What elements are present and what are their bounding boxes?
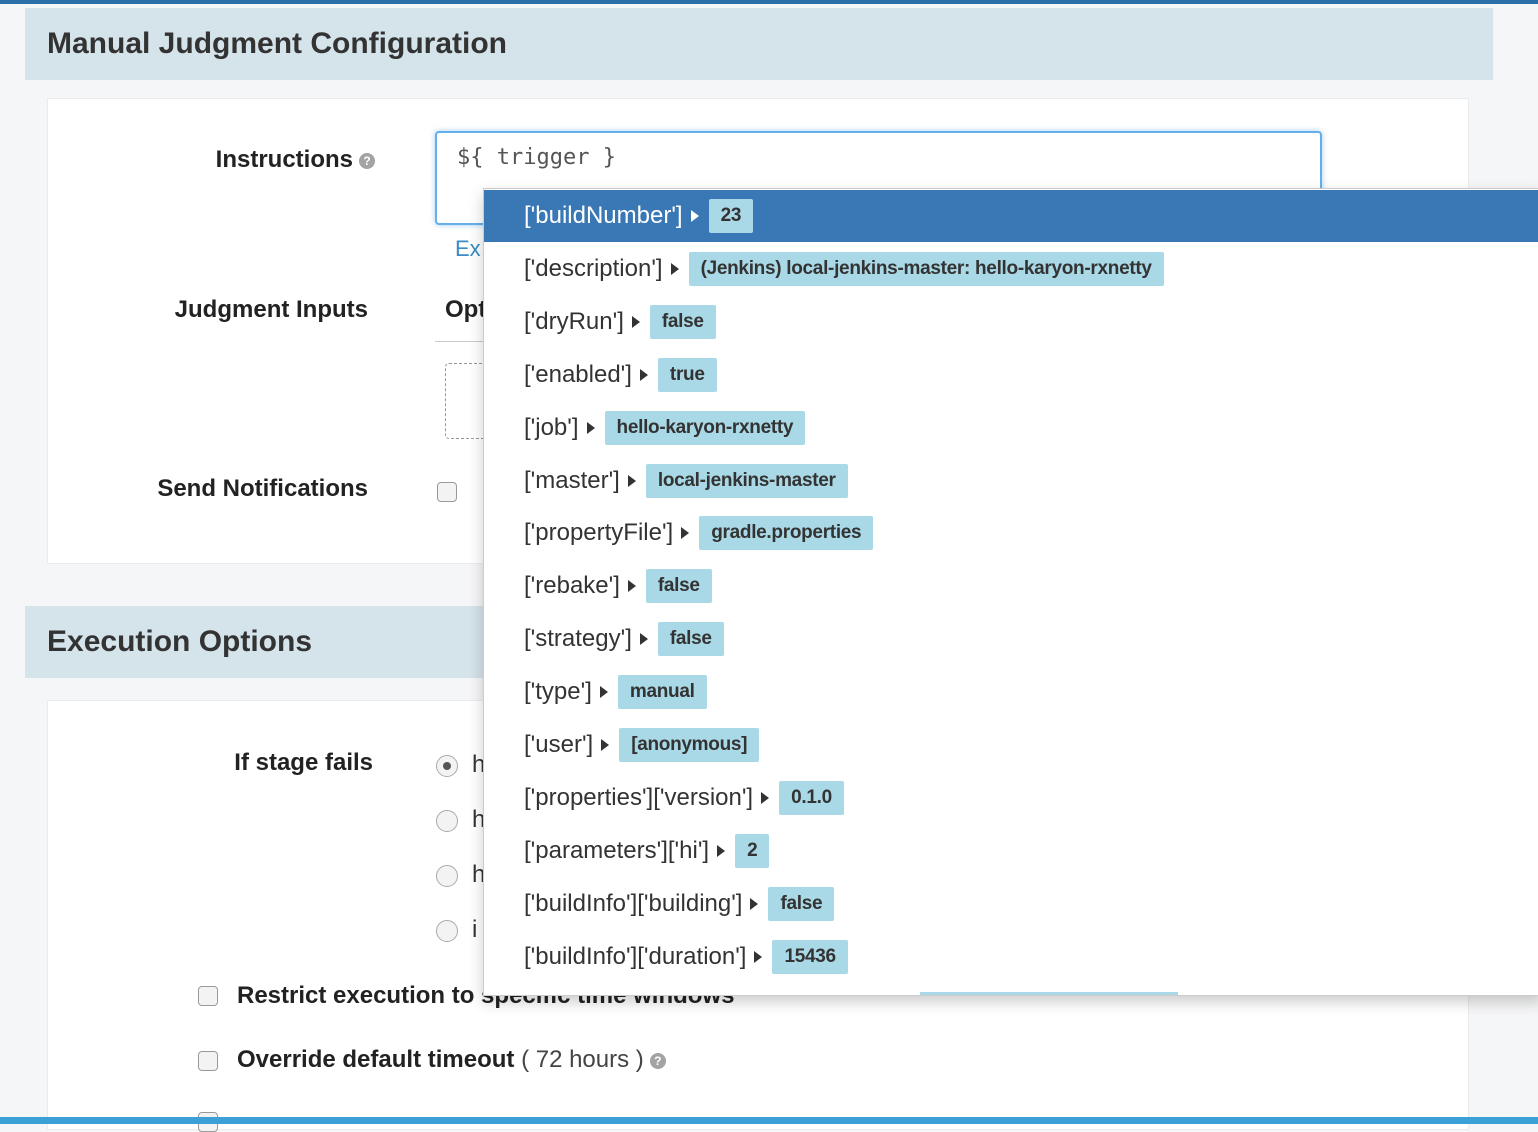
caret-right-icon [627, 580, 636, 593]
send-notifications-label: Send Notifications [157, 475, 368, 502]
caret-right-icon [761, 791, 770, 804]
autocomplete-item[interactable]: ['enabled'] true [484, 349, 1538, 401]
instructions-label-text: Instructions [215, 146, 353, 173]
autocomplete-item[interactable]: ['buildInfo']['duration'] 15436 [484, 931, 1538, 983]
override-timeout-checkbox[interactable] [198, 1051, 218, 1071]
caret-right-icon [639, 633, 648, 646]
expression-link[interactable]: Ex [455, 236, 481, 262]
autocomplete-item[interactable]: ['type'] manual [484, 666, 1538, 718]
send-notifications-checkbox[interactable] [437, 482, 457, 502]
options-column-header: Opt [445, 296, 487, 323]
next-item-partial [920, 992, 1178, 995]
instructions-value: ${ trigger } [457, 145, 616, 170]
autocomplete-item[interactable]: ['description'] (Jenkins) local-jenkins-m… [484, 243, 1538, 295]
help-icon[interactable]: ? [649, 1052, 666, 1069]
stage-fails-radio-2[interactable] [436, 810, 458, 832]
caret-right-icon [627, 474, 636, 487]
stage-fails-radio-1[interactable] [436, 755, 458, 777]
autocomplete-item[interactable]: ['propertyFile'] gradle.properties [484, 507, 1538, 559]
caret-right-icon [586, 421, 595, 434]
autocomplete-key: ['enabled'] [524, 360, 632, 388]
autocomplete-value-badge: 23 [708, 199, 754, 233]
autocomplete-key: ['type'] [524, 678, 592, 706]
radio-4-label: i [472, 916, 478, 943]
autocomplete-key: ['propertyFile'] [524, 519, 674, 547]
autocomplete-value-badge: false [657, 622, 724, 657]
autocomplete-key: ['buildNumber'] [524, 202, 683, 229]
autocomplete-item[interactable]: ['parameters']['hi'] 2 [484, 825, 1538, 877]
autocomplete-key: ['master'] [524, 466, 620, 494]
help-icon[interactable]: ? [359, 152, 375, 169]
autocomplete-key: ['parameters']['hi'] [524, 836, 710, 864]
instructions-label: Instructions? [150, 146, 375, 174]
autocomplete-item[interactable]: ['dryRun'] false [484, 296, 1538, 348]
autocomplete-item[interactable]: ['job'] hello-karyon-rxnetty [484, 402, 1538, 454]
if-stage-fails-label: If stage fails [234, 749, 373, 776]
stage-fails-radio-4[interactable] [436, 920, 458, 942]
override-timeout-value: ( 72 hours ) [521, 1046, 644, 1073]
caret-right-icon [681, 527, 690, 540]
autocomplete-value-badge: hello-karyon-rxnetty [604, 410, 806, 445]
override-timeout-text: Override default timeout [237, 1046, 515, 1073]
autocomplete-value-badge: true [657, 357, 717, 392]
autocomplete-value-badge: 15436 [772, 939, 848, 974]
section-title: Execution Options [47, 625, 313, 658]
restrict-execution-checkbox[interactable] [198, 986, 218, 1006]
autocomplete-value-badge: [anonymous] [619, 728, 760, 762]
autocomplete-value-badge: gradle.properties [699, 516, 874, 551]
caret-right-icon [717, 844, 726, 857]
autocomplete-value-badge: local-jenkins-master [645, 463, 848, 498]
caret-right-icon [754, 950, 763, 963]
autocomplete-key: ['dryRun'] [524, 307, 624, 335]
caret-right-icon [631, 315, 640, 328]
autocomplete-value-badge: 0.1.0 [779, 780, 844, 815]
caret-right-icon [750, 897, 759, 910]
stage-fails-radio-3[interactable] [436, 865, 458, 887]
autocomplete-key: ['properties']['version'] [524, 783, 754, 811]
autocomplete-value-badge: (Jenkins) local-jenkins-master: hello-ka… [688, 251, 1164, 286]
judgment-inputs-label: Judgment Inputs [174, 296, 368, 323]
autocomplete-key: ['description'] [524, 254, 663, 282]
autocomplete-value-badge: manual [617, 675, 707, 710]
autocomplete-key: ['rebake'] [524, 572, 620, 600]
autocomplete-item[interactable]: ['user'] [anonymous] [484, 719, 1538, 771]
autocomplete-key: ['strategy'] [524, 625, 632, 653]
autocomplete-dropdown[interactable]: ['buildNumber'] 23 ['description'] (Jenkins… [483, 188, 1538, 996]
autocomplete-value-badge: false [768, 886, 835, 921]
caret-right-icon [599, 686, 608, 699]
autocomplete-item[interactable]: ['buildNumber'] 23 [484, 190, 1538, 242]
autocomplete-item[interactable]: ['buildInfo']['building'] false [484, 878, 1538, 930]
autocomplete-value-badge: 2 [735, 833, 770, 868]
top-border [0, 0, 1538, 4]
autocomplete-key: ['buildInfo']['building'] [524, 889, 743, 917]
autocomplete-item[interactable]: ['strategy'] false [484, 613, 1538, 665]
caret-right-icon [601, 739, 610, 751]
autocomplete-key: ['buildInfo']['duration'] [524, 942, 747, 970]
autocomplete-item[interactable]: ['master'] local-jenkins-master [484, 455, 1538, 507]
autocomplete-value-badge: false [645, 569, 712, 604]
caret-right-icon [639, 368, 648, 381]
manual-judgment-header: Manual Judgment Configuration [25, 8, 1493, 80]
bottom-border [0, 1117, 1538, 1124]
autocomplete-item[interactable]: ['properties']['version'] 0.1.0 [484, 772, 1538, 824]
caret-right-icon [690, 210, 699, 222]
autocomplete-key: ['user'] [524, 731, 594, 758]
caret-right-icon [670, 262, 679, 275]
autocomplete-value-badge: false [649, 304, 716, 339]
override-timeout-label: Override default timeout ( 72 hours )? [237, 1046, 666, 1074]
section-title: Manual Judgment Configuration [47, 27, 507, 60]
autocomplete-item[interactable]: ['rebake'] false [484, 560, 1538, 612]
autocomplete-key: ['job'] [524, 413, 579, 441]
